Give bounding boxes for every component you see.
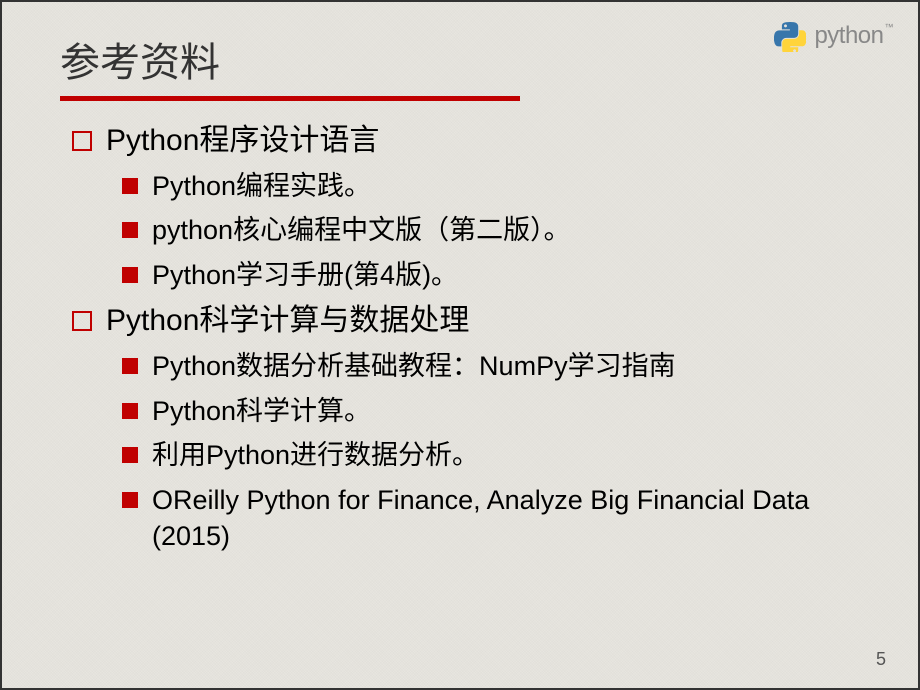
item-text: Python编程实践。 <box>152 168 371 204</box>
slide-content: Python程序设计语言 Python编程实践。 python核心编程中文版（第… <box>2 101 918 555</box>
list-item: Python编程实践。 <box>122 168 868 204</box>
list-item: 利用Python进行数据分析。 <box>122 437 868 473</box>
item-text: Python学习手册(第4版)。 <box>152 257 458 293</box>
python-logo: python™ <box>774 20 893 52</box>
logo-text: python™ <box>814 22 893 50</box>
bullet-fill-icon <box>122 178 138 194</box>
item-text: Python科学计算。 <box>152 393 371 429</box>
python-logo-icon <box>774 20 806 52</box>
item-text: OReilly Python for Finance, Analyze Big … <box>152 482 868 555</box>
bullet-fill-icon <box>122 358 138 374</box>
list-item: Python学习手册(第4版)。 <box>122 257 868 293</box>
list-item: Python科学计算与数据处理 <box>72 301 868 340</box>
list-item: OReilly Python for Finance, Analyze Big … <box>122 482 868 555</box>
bullet-fill-icon <box>122 403 138 419</box>
section-heading: Python科学计算与数据处理 <box>106 301 469 340</box>
list-item: Python科学计算。 <box>122 393 868 429</box>
bullet-fill-icon <box>122 492 138 508</box>
bullet-outline-icon <box>72 311 92 331</box>
bullet-fill-icon <box>122 447 138 463</box>
bullet-fill-icon <box>122 222 138 238</box>
list-item: Python程序设计语言 <box>72 121 868 160</box>
item-text: python核心编程中文版（第二版）。 <box>152 212 571 248</box>
bullet-fill-icon <box>122 267 138 283</box>
section-heading: Python程序设计语言 <box>106 121 379 160</box>
list-item: Python数据分析基础教程：NumPy学习指南 <box>122 348 868 384</box>
page-number: 5 <box>876 649 886 670</box>
bullet-outline-icon <box>72 131 92 151</box>
item-text: Python数据分析基础教程：NumPy学习指南 <box>152 348 676 384</box>
item-text: 利用Python进行数据分析。 <box>152 437 479 473</box>
list-item: python核心编程中文版（第二版）。 <box>122 212 868 248</box>
